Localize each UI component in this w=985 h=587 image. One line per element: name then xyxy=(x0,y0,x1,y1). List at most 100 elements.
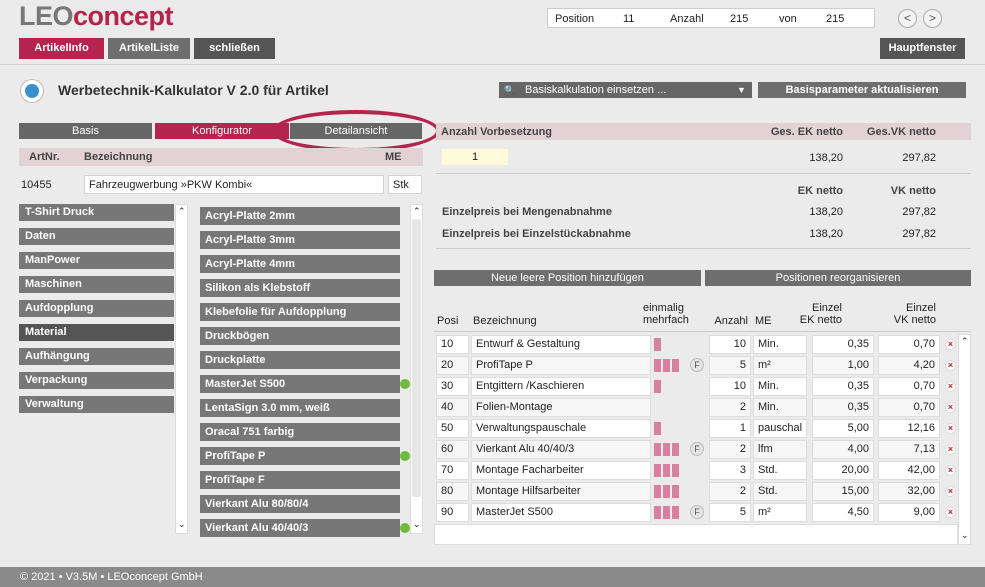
scroll-up-icon[interactable]: ⌃ xyxy=(413,206,421,217)
next-record-button[interactable]: > xyxy=(923,9,942,28)
refresh-icon[interactable] xyxy=(20,79,44,103)
ek-cell[interactable]: 0,35 xyxy=(812,335,874,354)
close-button[interactable]: schließen xyxy=(194,38,275,59)
bezeichnung-cell[interactable]: Entgittern /Kaschieren xyxy=(471,377,651,396)
material-item-klebefolie-f-r-aufdopplung[interactable]: Klebefolie für Aufdopplung xyxy=(200,303,400,321)
table-row[interactable]: 80 Montage Hilfsarbeiter 2 Std. 15,00 32,00 × xyxy=(436,482,958,501)
me-cell[interactable]: Min. xyxy=(753,377,807,396)
vk-cell[interactable]: 42,00 xyxy=(878,461,940,480)
tab-konfigurator[interactable]: Konfigurator xyxy=(155,123,289,139)
anzahl-cell[interactable]: 5 xyxy=(709,356,751,375)
material-item-profitape-f[interactable]: ProfiTape F xyxy=(200,471,400,489)
items-scrollbar[interactable]: ⌃ ⌄ xyxy=(410,204,423,534)
material-item-lentasign-3-0-mm-wei[interactable]: LentaSign 3.0 mm, weiß xyxy=(200,399,400,417)
category-daten[interactable]: Daten xyxy=(19,228,174,245)
table-row[interactable]: 60 Vierkant Alu 40/40/3 2 lfm 4,00 7,13 F × xyxy=(436,440,958,459)
posi-cell[interactable]: 10 xyxy=(436,335,469,354)
posi-cell[interactable]: 80 xyxy=(436,482,469,501)
bezeichnung-cell[interactable]: Folien-Montage xyxy=(471,398,651,417)
scroll-down-icon[interactable]: ⌄ xyxy=(961,530,969,541)
delete-row-icon[interactable]: × xyxy=(945,507,956,518)
posi-cell[interactable]: 40 xyxy=(436,398,469,417)
bezeichnung-cell[interactable]: Entwurf & Gestaltung xyxy=(471,335,651,354)
me-cell[interactable]: lfm xyxy=(753,440,807,459)
me-cell[interactable]: Std. xyxy=(753,461,807,480)
basiskalkulation-dropdown[interactable]: 🔍 Basiskalkulation einsetzen ... ▼ xyxy=(499,82,752,98)
me-field[interactable]: Stk xyxy=(388,175,422,194)
posi-cell[interactable]: 60 xyxy=(436,440,469,459)
delete-row-icon[interactable]: × xyxy=(945,360,956,371)
bezeichnung-field[interactable]: Fahrzeugwerbung »PKW Kombi« xyxy=(84,175,384,194)
formula-button[interactable]: F xyxy=(690,358,704,372)
scroll-up-icon[interactable]: ⌃ xyxy=(961,336,969,347)
table-row[interactable]: 90 MasterJet S500 5 m² 4,50 9,00 F × xyxy=(436,503,958,522)
vk-cell[interactable]: 0,70 xyxy=(878,335,940,354)
me-cell[interactable]: m² xyxy=(753,503,807,522)
vk-cell[interactable]: 32,00 xyxy=(878,482,940,501)
category-material[interactable]: Material xyxy=(19,324,174,341)
material-item-acryl-platte-3mm[interactable]: Acryl-Platte 3mm xyxy=(200,231,400,249)
material-item-vierkant-alu-40-40-3[interactable]: Vierkant Alu 40/40/3 xyxy=(200,519,400,537)
material-item-silikon-als-klebstoff[interactable]: Silikon als Klebstoff xyxy=(200,279,400,297)
tab-artikelliste[interactable]: ArtikelListe xyxy=(108,38,190,59)
anzahl-cell[interactable]: 1 xyxy=(709,419,751,438)
bezeichnung-cell[interactable]: ProfiTape P xyxy=(471,356,651,375)
scroll-thumb[interactable] xyxy=(412,219,421,497)
category-verpackung[interactable]: Verpackung xyxy=(19,372,174,389)
anzahl-cell[interactable]: 2 xyxy=(709,440,751,459)
anzahl-cell[interactable]: 10 xyxy=(709,335,751,354)
category-maschinen[interactable]: Maschinen xyxy=(19,276,174,293)
anzahl-cell[interactable]: 10 xyxy=(709,377,751,396)
me-cell[interactable]: Min. xyxy=(753,398,807,417)
category-t-shirt-druck[interactable]: T-Shirt Druck xyxy=(19,204,174,221)
table-row[interactable]: 30 Entgittern /Kaschieren 10 Min. 0,35 0,70 × xyxy=(436,377,958,396)
formula-button[interactable]: F xyxy=(690,505,704,519)
me-cell[interactable]: m² xyxy=(753,356,807,375)
ek-cell[interactable]: 4,00 xyxy=(812,440,874,459)
vk-cell[interactable]: 9,00 xyxy=(878,503,940,522)
delete-row-icon[interactable]: × xyxy=(945,339,956,350)
tab-artikelinfo[interactable]: ArtikelInfo xyxy=(19,38,104,59)
vk-cell[interactable]: 4,20 xyxy=(878,356,940,375)
delete-row-icon[interactable]: × xyxy=(945,402,956,413)
table-row[interactable]: 20 ProfiTape P 5 m² 1,00 4,20 F × xyxy=(436,356,958,375)
bezeichnung-cell[interactable]: Montage Hilfsarbeiter xyxy=(471,482,651,501)
anzahl-cell[interactable]: 2 xyxy=(709,398,751,417)
category-aufh-ngung[interactable]: Aufhängung xyxy=(19,348,174,365)
vk-cell[interactable]: 12,16 xyxy=(878,419,940,438)
ek-cell[interactable]: 4,50 xyxy=(812,503,874,522)
anzahl-cell[interactable]: 2 xyxy=(709,482,751,501)
bezeichnung-cell[interactable]: MasterJet S500 xyxy=(471,503,651,522)
basisparameter-button[interactable]: Basisparameter aktualisieren xyxy=(758,82,966,98)
table-row[interactable]: 40 Folien-Montage 2 Min. 0,35 0,70 × xyxy=(436,398,958,417)
vk-cell[interactable]: 7,13 xyxy=(878,440,940,459)
delete-row-icon[interactable]: × xyxy=(945,381,956,392)
table-row[interactable]: 10 Entwurf & Gestaltung 10 Min. 0,35 0,70 × xyxy=(436,335,958,354)
category-manpower[interactable]: ManPower xyxy=(19,252,174,269)
categories-scrollbar[interactable]: ⌃ ⌄ xyxy=(175,204,188,534)
delete-row-icon[interactable]: × xyxy=(945,444,956,455)
category-aufdopplung[interactable]: Aufdopplung xyxy=(19,300,174,317)
table-row[interactable]: 70 Montage Facharbeiter 3 Std. 20,00 42,00 × xyxy=(436,461,958,480)
table-row[interactable]: 50 Verwaltungspauschale 1 pauschal 5,00 12,16… xyxy=(436,419,958,438)
ek-cell[interactable]: 5,00 xyxy=(812,419,874,438)
formula-button[interactable]: F xyxy=(690,442,704,456)
material-item-acryl-platte-4mm[interactable]: Acryl-Platte 4mm xyxy=(200,255,400,273)
material-item-masterjet-s500[interactable]: MasterJet S500 xyxy=(200,375,400,393)
ek-cell[interactable]: 0,35 xyxy=(812,377,874,396)
posi-cell[interactable]: 70 xyxy=(436,461,469,480)
table-scrollbar[interactable]: ⌃ ⌄ xyxy=(958,334,971,545)
me-cell[interactable]: Min. xyxy=(753,335,807,354)
bezeichnung-cell[interactable]: Verwaltungspauschale xyxy=(471,419,651,438)
reorganize-button[interactable]: Positionen reorganisieren xyxy=(705,270,971,286)
anzahl-cell[interactable]: 3 xyxy=(709,461,751,480)
scroll-up-icon[interactable]: ⌃ xyxy=(178,206,186,217)
posi-cell[interactable]: 90 xyxy=(436,503,469,522)
me-cell[interactable]: pauschal xyxy=(753,419,807,438)
material-item-profitape-p[interactable]: ProfiTape P xyxy=(200,447,400,465)
ek-cell[interactable]: 0,35 xyxy=(812,398,874,417)
posi-cell[interactable]: 20 xyxy=(436,356,469,375)
material-item-vierkant-alu-80-80-4[interactable]: Vierkant Alu 80/80/4 xyxy=(200,495,400,513)
material-item-druckplatte[interactable]: Druckplatte xyxy=(200,351,400,369)
vk-cell[interactable]: 0,70 xyxy=(878,377,940,396)
